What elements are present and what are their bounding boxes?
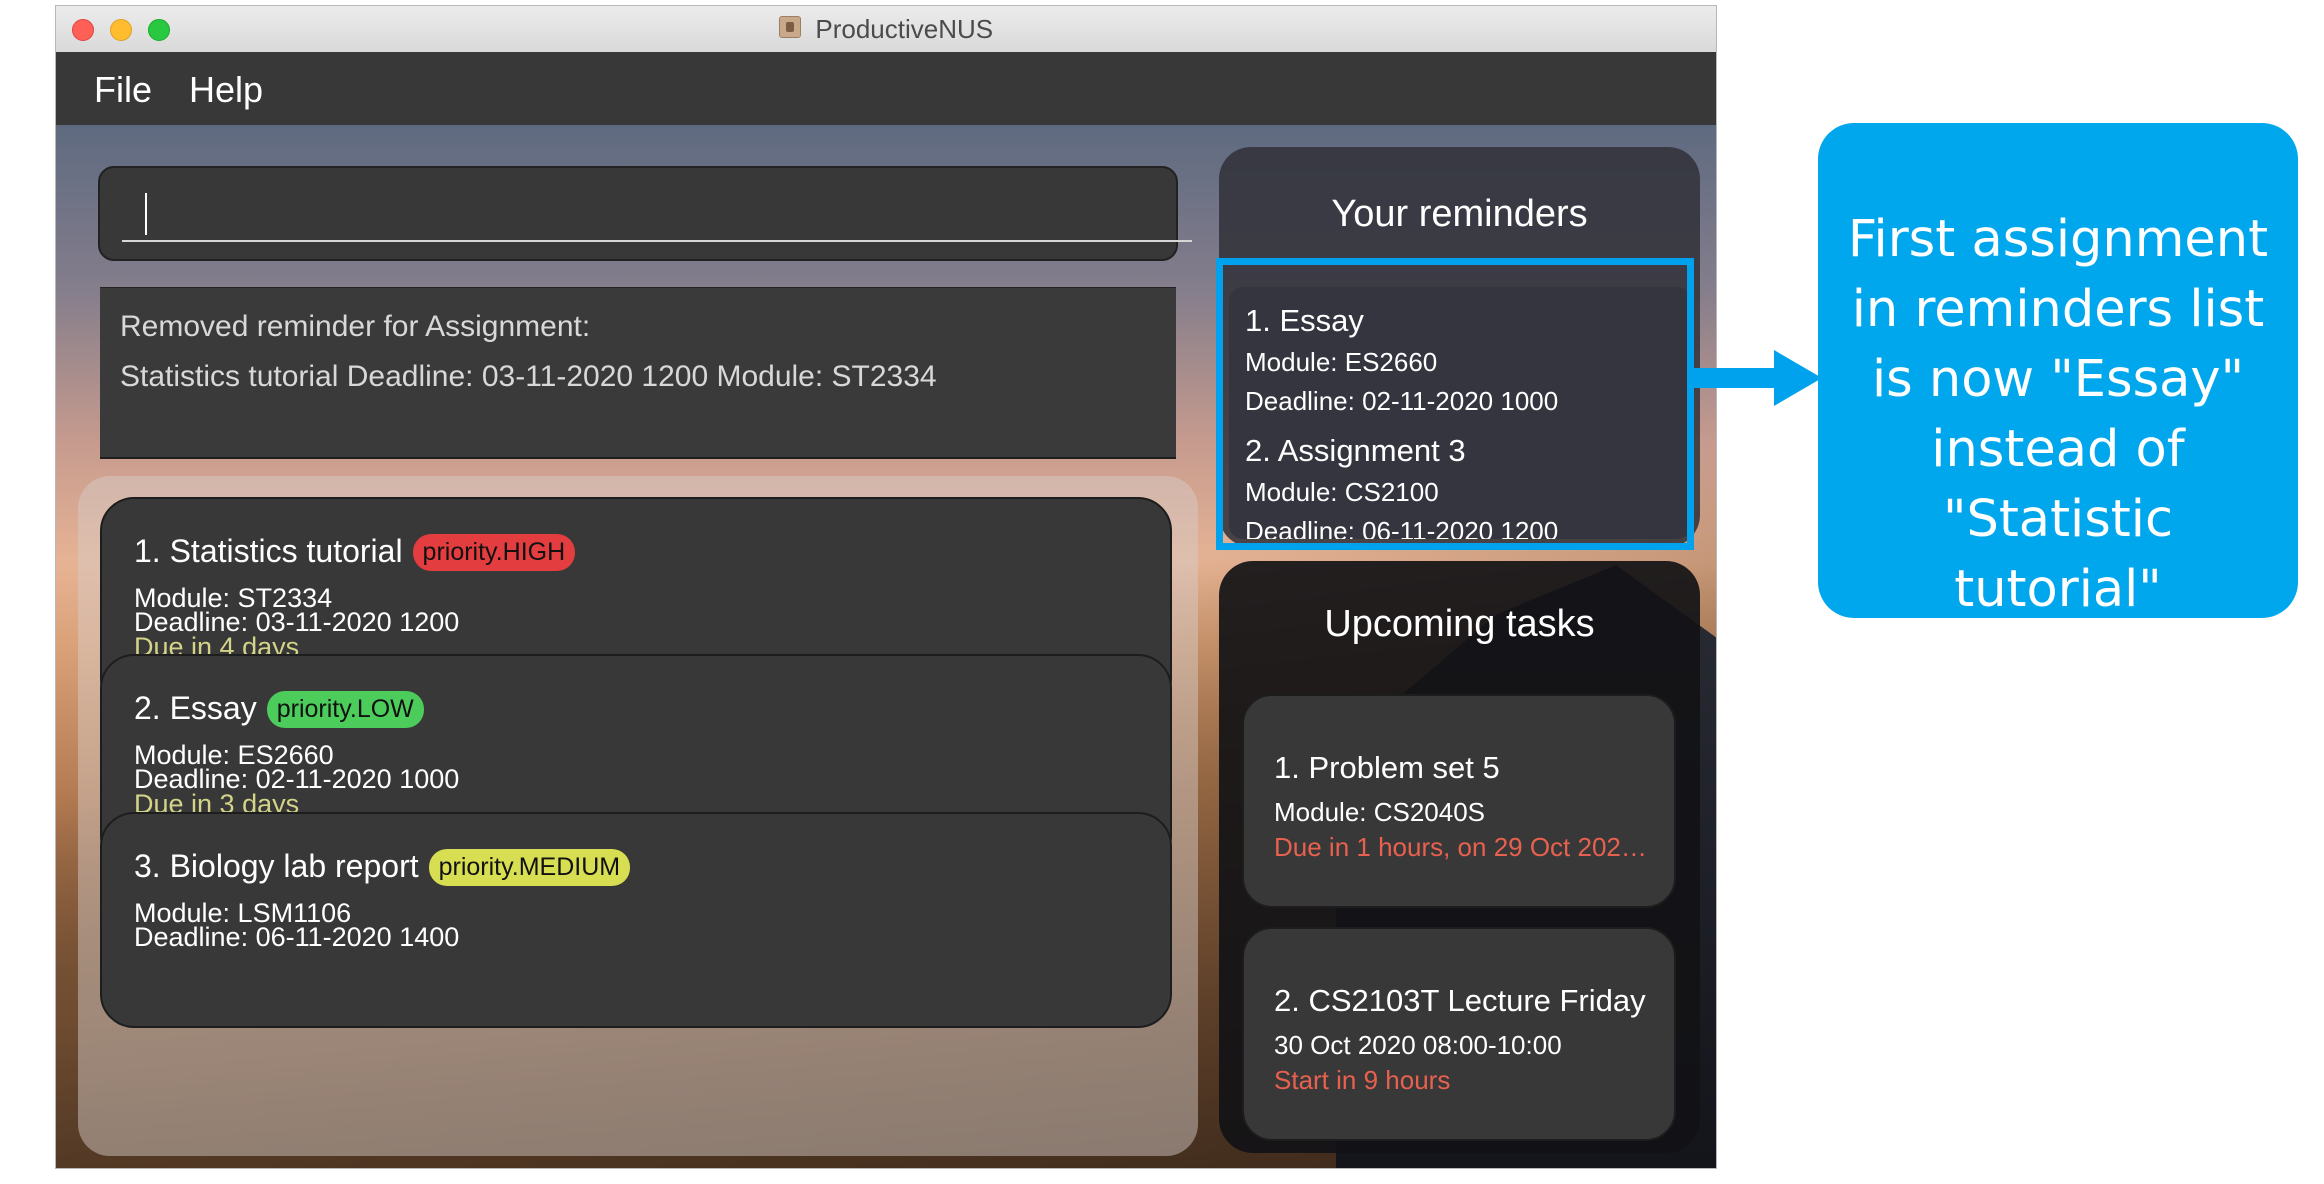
app-window: ProductiveNUS File Help Removed reminder… <box>55 5 1717 1169</box>
assignment-title-row: 3. Biology lab report priority.MEDIUM <box>134 848 631 886</box>
upcoming-tasks-panel: Upcoming tasks 1. Problem set 5 Module: … <box>1219 561 1700 1153</box>
callout-text: First assignment in reminders list is no… <box>1847 210 2269 619</box>
result-line: Removed reminder for Assignment: <box>120 310 591 343</box>
assignment-card[interactable]: 3. Biology lab report priority.MEDIUM Mod… <box>100 812 1172 1028</box>
assignment-title-row: 2. Essay priority.LOW <box>134 690 424 728</box>
highlight-box <box>1216 258 1694 550</box>
upcoming-heading: Upcoming tasks <box>1324 603 1595 645</box>
assignment-deadline: Deadline: 06-11-2020 1400 <box>134 922 460 952</box>
task-title: 2. CS2103T Lecture Friday <box>1274 983 1646 1018</box>
task-card[interactable]: 2. CS2103T Lecture Friday 30 Oct 2020 08… <box>1242 927 1676 1141</box>
window-title: ProductiveNUS <box>815 14 994 44</box>
reminders-heading: Your reminders <box>1331 193 1588 235</box>
priority-badge: priority.MEDIUM <box>428 849 631 886</box>
title-bar: ProductiveNUS <box>56 6 1716 53</box>
menu-help[interactable]: Help <box>189 69 263 111</box>
task-time: 30 Oct 2020 08:00-10:00 <box>1274 1030 1562 1060</box>
command-input[interactable] <box>122 180 1192 242</box>
assignment-title: 3. Biology lab report <box>134 848 419 884</box>
assignment-title-row: 1. Statistics tutorial priority.HIGH <box>134 533 576 571</box>
result-line: Statistics tutorial Deadline: 03-11-2020… <box>120 360 937 393</box>
command-box <box>98 166 1192 261</box>
text-caret <box>145 193 147 235</box>
arrow-right-icon <box>1692 350 1822 406</box>
app-icon <box>778 16 801 38</box>
assignment-title: 2. Essay <box>134 690 257 726</box>
priority-badge: priority.LOW <box>266 691 424 728</box>
menu-bar: File Help <box>56 52 1716 125</box>
task-due: Due in 1 hours, on 29 Oct 2020 2... <box>1274 832 1654 862</box>
menu-file[interactable]: File <box>94 69 152 111</box>
task-title: 1. Problem set 5 <box>1274 750 1500 785</box>
task-card[interactable]: 1. Problem set 5 Module: CS2040S Due in … <box>1242 694 1676 908</box>
assignment-title: 1. Statistics tutorial <box>134 533 403 569</box>
task-module: Module: CS2040S <box>1274 797 1486 827</box>
annotation-callout: First assignment in reminders list is no… <box>1818 123 2298 619</box>
priority-badge: priority.HIGH <box>412 534 576 571</box>
window-title-area: ProductiveNUS <box>56 6 1716 52</box>
task-due: Start in 9 hours <box>1274 1065 1451 1095</box>
assignment-list[interactable]: 1. Statistics tutorial priority.HIGH Modu… <box>78 476 1198 1156</box>
result-display: Removed reminder for Assignment: Statist… <box>100 287 1176 459</box>
